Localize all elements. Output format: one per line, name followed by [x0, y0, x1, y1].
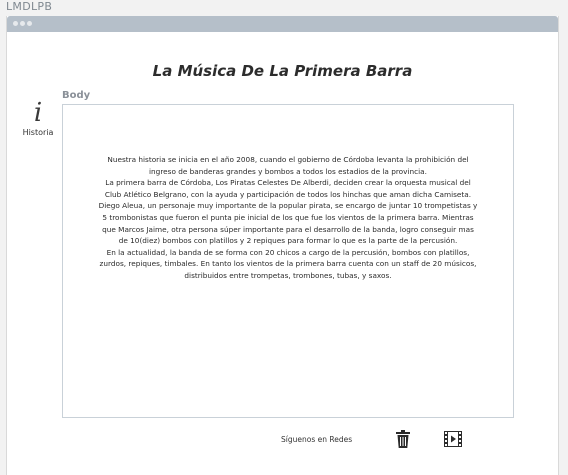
- body-line: Diego Aleua, un personaje muy importante…: [98, 201, 478, 211]
- social-label: Síguenos en Redes: [281, 435, 353, 444]
- body-line: En la actualidad, la banda de se forma c…: [106, 247, 470, 257]
- window-dot: [27, 21, 32, 26]
- body-line: 5 trombonistas que fueron el punta pie i…: [102, 212, 474, 222]
- window-dot: [13, 21, 18, 26]
- body-line: La primera barra de Córdoba, Los Piratas…: [105, 178, 471, 188]
- body-line: distribuidos entre trompetas, trombones,…: [184, 270, 392, 280]
- window-dot: [20, 21, 25, 26]
- info-icon: i: [33, 98, 43, 128]
- body-line: Club Atlético Belgrano, con la ayuda y p…: [104, 189, 472, 199]
- body-line: de 10(diez) bombos con platillos y 2 rep…: [118, 236, 458, 246]
- window-title-bar[interactable]: [7, 16, 558, 32]
- body-line: zurdos, repiques, timbales. En tanto los…: [99, 259, 477, 269]
- trash-icon[interactable]: [393, 429, 413, 449]
- historia-nav[interactable]: i Historia: [16, 100, 60, 137]
- body-line: que Marcos Jaime, otra persona súper imp…: [102, 224, 474, 234]
- body-line: ingreso de banderas grandes y bombos a t…: [149, 166, 427, 176]
- page-title: La Música De La Primera Barra: [152, 62, 413, 80]
- video-icon[interactable]: [443, 429, 463, 449]
- body-line: Nuestra historia se inicia en el año 200…: [107, 155, 469, 164]
- body-text: Nuestra historia se inicia en el año 200…: [75, 154, 501, 282]
- app-window: La Música De La Primera Barra i Historia…: [6, 16, 559, 475]
- body-label: Body: [62, 90, 91, 101]
- historia-label: Historia: [22, 128, 54, 137]
- body-text-area[interactable]: Nuestra historia se inicia en el año 200…: [62, 104, 514, 418]
- app-title: LMDLPB: [6, 0, 53, 13]
- window-dots: [13, 21, 32, 26]
